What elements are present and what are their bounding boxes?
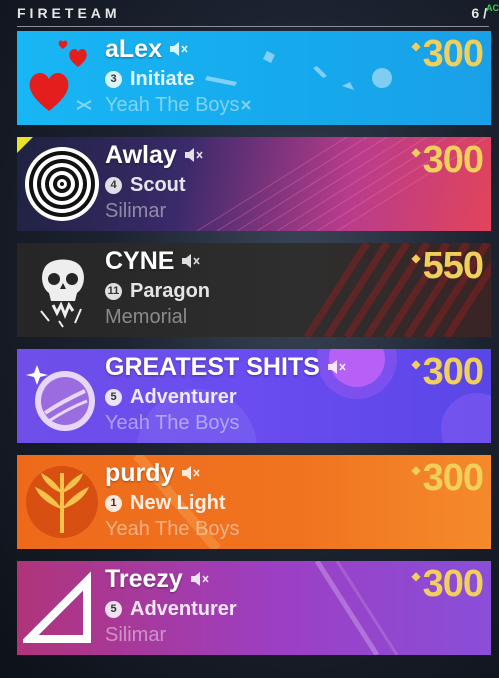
rank-title: Scout (130, 173, 186, 196)
power-level: ◆ 300 (411, 563, 484, 606)
member-card[interactable]: purdy 1 New Light Yeah The Boys ◆ 300 (17, 455, 491, 549)
concentric-circles-icon (25, 147, 99, 221)
power-value: 300 (422, 563, 484, 605)
hearts-icon (29, 40, 87, 111)
rank-badge: 3 (105, 70, 122, 88)
member-name: Awlay (105, 140, 177, 169)
rank-badge: 11 (105, 282, 122, 300)
power-value: 300 (422, 33, 484, 75)
rank-title: Paragon (130, 279, 211, 302)
clan-name: Silimar (105, 624, 167, 646)
power-level: ◆ 550 (411, 245, 484, 288)
fireteam-header: FIRETEAM 6 / AC (0, 0, 499, 30)
power-value: 550 (422, 245, 484, 287)
clan-name: Yeah The Boys (105, 94, 240, 116)
member-card[interactable]: Awlay 4 Scout Silimar ◆ 300 (17, 137, 491, 231)
member-name: aLex (105, 34, 162, 63)
rank-badge: 1 (105, 494, 122, 512)
member-card[interactable]: GREATEST SHITS 5 Adventurer Yeah The Boy… (17, 349, 491, 443)
rank-badge: 5 (105, 388, 122, 406)
speaker-muted-icon[interactable] (326, 357, 348, 377)
power-value: 300 (422, 139, 484, 181)
power-level: ◆ 300 (411, 33, 484, 76)
member-name: CYNE (105, 246, 175, 275)
member-card[interactable]: aLex 3 Initiate Yeah The Boys ◆ 300 (17, 31, 491, 125)
member-name: purdy (105, 458, 175, 487)
shooting-star-icon (26, 365, 95, 431)
rank-title: Initiate (130, 67, 195, 90)
rank-title: Adventurer (130, 385, 237, 408)
rank-badge: 4 (105, 176, 122, 194)
speaker-muted-icon[interactable] (183, 145, 205, 165)
rank-badge: 5 (105, 600, 122, 618)
skull-icon (40, 259, 84, 328)
fireteam-title: FIRETEAM (17, 5, 121, 21)
power-diamond-icon: ◆ (411, 39, 421, 53)
member-card[interactable]: CYNE 11 Paragon Memorial ◆ 550 (17, 243, 491, 337)
power-level: ◆ 300 (411, 351, 484, 394)
power-diamond-icon: ◆ (411, 569, 421, 583)
member-name: GREATEST SHITS (105, 352, 320, 381)
power-value: 300 (422, 351, 484, 393)
member-card[interactable]: Treezy 5 Adventurer Silimar ◆ 300 (17, 561, 491, 655)
power-level: ◆ 300 (411, 139, 484, 182)
power-value: 300 (422, 457, 484, 499)
power-level: ◆ 300 (411, 457, 484, 500)
clan-name: Yeah The Boys (105, 518, 240, 540)
wheat-icon (26, 466, 98, 538)
member-name: Treezy (105, 564, 183, 593)
speaker-muted-icon[interactable] (180, 463, 202, 483)
speaker-muted-icon[interactable] (168, 39, 190, 59)
rank-title: Adventurer (130, 597, 237, 620)
power-diamond-icon: ◆ (411, 251, 421, 265)
triangle-icon (23, 571, 91, 643)
speaker-muted-icon[interactable] (189, 569, 211, 589)
speaker-muted-icon[interactable] (180, 251, 202, 271)
fireteam-count-extra: AC (486, 3, 499, 13)
power-diamond-icon: ◆ (411, 357, 421, 371)
rank-title: New Light (130, 491, 226, 514)
clan-name: Silimar (105, 200, 167, 222)
clan-name: Yeah The Boys (105, 412, 240, 434)
header-divider (17, 26, 489, 27)
power-diamond-icon: ◆ (411, 145, 421, 159)
fireteam-count: 6 / (471, 5, 487, 21)
power-diamond-icon: ◆ (411, 463, 421, 477)
clan-name: Memorial (105, 306, 188, 328)
